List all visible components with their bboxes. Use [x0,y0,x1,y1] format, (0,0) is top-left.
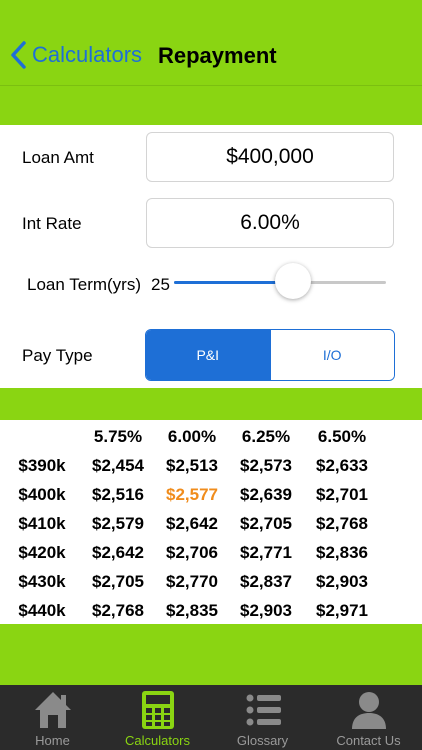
repayment-cell: $2,642 [92,543,144,562]
repayment-cell: $2,768 [316,514,368,533]
repayment-cell: $2,577 [166,485,218,504]
loan-amount-row-label: $430k [18,572,66,591]
loan-term-value: 25 [151,275,170,294]
repayment-cell: $2,837 [240,572,292,591]
table-row: $400k $2,516 $2,577 $2,639 $2,701 [0,480,422,509]
repayment-cell: $2,705 [92,572,144,591]
table-row: $390k $2,454 $2,513 $2,573 $2,633 [0,451,422,480]
table-row: $430k $2,705 $2,770 $2,837 $2,903 [0,567,422,596]
repayment-cell: $2,903 [240,601,292,620]
person-icon [352,692,386,729]
loan-term-label: Loan Term(yrs) [27,275,141,294]
back-button[interactable]: Calculators [10,40,142,70]
tab-home-label: Home [35,733,70,748]
repayment-cell: $2,836 [316,543,368,562]
chevron-left-icon [11,41,26,69]
repayment-cell: $2,573 [240,456,292,475]
loan-amount-row-label: $400k [18,485,66,504]
tab-calculators-label: Calculators [124,733,191,748]
repayment-cell: $2,835 [166,601,218,620]
pay-type-segmented-control: P&I I/O [145,329,395,381]
repayment-cell: $2,579 [92,514,144,533]
repayment-cell: $2,768 [92,601,144,620]
repayment-cell: $2,633 [316,456,368,475]
back-button-label: Calculators [32,42,143,67]
rate-header: 5.75% [93,427,143,446]
repayment-cell: $2,701 [316,485,368,504]
green-spacer-middle [0,388,422,420]
repayment-cell: $2,642 [166,514,218,533]
repayment-cell: $2,516 [92,485,144,504]
tab-calculators[interactable]: Calculators [105,685,210,750]
rate-header: 6.25% [241,427,291,446]
tab-home[interactable]: Home [0,685,105,750]
repayment-cell: $2,971 [316,601,368,620]
repayment-cell: $2,513 [166,456,218,475]
repayment-cell: $2,903 [316,572,368,591]
table-header-row: 5.75% 6.00% 6.25% 6.50% [0,422,422,451]
loan-amount-row-label: $410k [18,514,66,533]
loan-amount-row-label: $390k [18,456,66,475]
home-icon [35,692,71,728]
repayment-cell: $2,771 [240,543,292,562]
loan-term-slider-thumb[interactable] [274,263,311,299]
repayment-cell: $2,454 [92,456,144,475]
repayment-cell: $2,705 [240,514,292,533]
page-title: Repayment [158,43,277,68]
tab-glossary[interactable]: Glossary [210,685,315,750]
tab-bar: Home Calculators Glossary Contact Us [0,685,422,750]
tab-contact-us-label: Contact Us [336,733,401,748]
pay-type-label: Pay Type [22,346,93,365]
tab-contact-us[interactable]: Contact Us [316,685,421,750]
calculator-icon [142,691,174,729]
tab-glossary-label: Glossary [236,733,289,748]
rate-header: 6.00% [167,427,217,446]
list-icon [246,694,281,726]
pay-type-option-io[interactable]: I/O [269,330,394,380]
green-spacer-top [0,86,422,125]
repayment-cell: $2,639 [240,485,292,504]
pay-type-option-pi[interactable]: P&I [146,330,270,380]
green-spacer-bottom [0,624,422,685]
table-row: $410k $2,579 $2,642 $2,705 $2,768 [0,509,422,538]
repayment-cell: $2,706 [166,543,218,562]
rate-header: 6.50% [317,427,367,446]
interest-rate-field[interactable]: 6.00% [146,198,394,248]
table-row: $440k $2,768 $2,835 $2,903 $2,971 [0,596,422,625]
navigation-bar: Calculators Repayment [0,0,422,86]
loan-amount-label: Loan Amt [22,148,94,167]
interest-rate-label: Int Rate [22,214,82,233]
repayment-cell: $2,770 [166,572,218,591]
loan-amount-row-label: $440k [18,601,66,620]
loan-amount-row-label: $420k [18,543,66,562]
loan-amount-field[interactable]: $400,000 [146,132,394,182]
repayment-table: 5.75% 6.00% 6.25% 6.50% $390k $2,454 $2,51… [0,420,422,624]
table-row: $420k $2,642 $2,706 $2,771 $2,836 [0,538,422,567]
